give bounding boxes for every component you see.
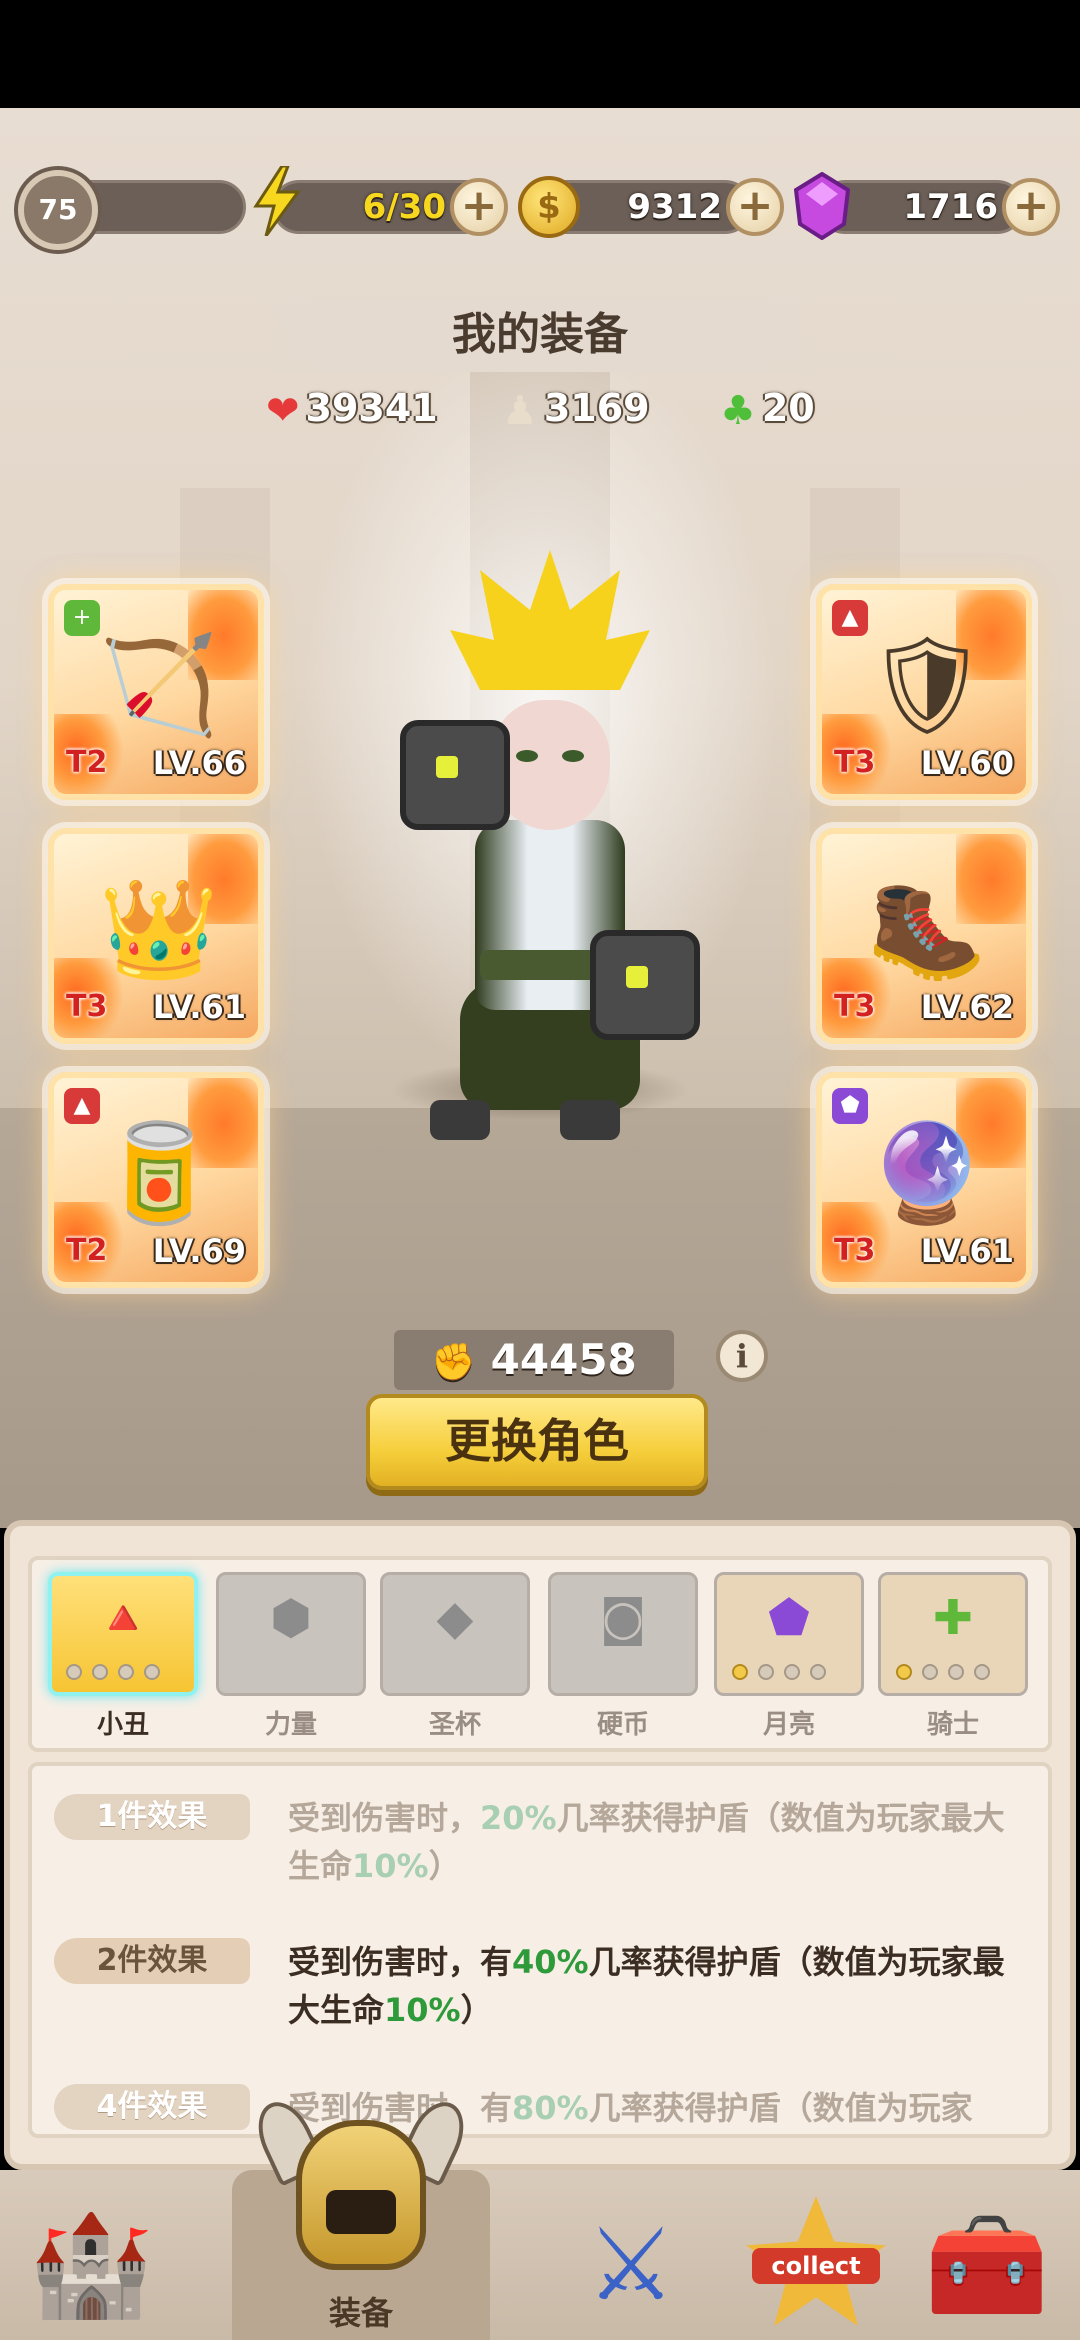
level-label: LV.61 <box>920 1232 1014 1270</box>
coins-value: 9312 <box>627 187 722 227</box>
combat-power: ✊ 44458 <box>394 1330 674 1390</box>
castle-icon: 🏰 <box>28 2206 154 2323</box>
hero-boot <box>560 1100 620 1140</box>
effect-text: 受到伤害时，20%几率获得护盾（数值为玩家最大生命10%） <box>288 1799 1005 1885</box>
set-tab-knight[interactable]: ✚ 骑士 <box>878 1572 1028 1750</box>
grail-emblem-icon: ◆ <box>436 1590 474 1646</box>
bracer-icon: 🥫 <box>99 1117 219 1229</box>
set-name: 力量 <box>264 1710 317 1740</box>
attack-value: 3169 <box>543 386 650 430</box>
set-tab-moon[interactable]: ⬟ 月亮 <box>714 1572 864 1750</box>
tier-label: T3 <box>834 745 876 780</box>
strength-emblem-icon: ⬢ <box>270 1590 312 1646</box>
hero-eye <box>516 750 538 762</box>
set-tab-strength[interactable]: ⬢ 力量 <box>216 1572 366 1750</box>
crown-icon: 👑 <box>99 873 219 985</box>
sword-shield-icon: ⚔ <box>586 2206 676 2323</box>
attack-icon: ♟ <box>502 387 538 434</box>
hero-character[interactable] <box>390 550 710 1190</box>
clover-icon: ♣ <box>720 387 756 434</box>
helmet-visor <box>326 2190 396 2234</box>
effect-tag: 2件效果 <box>54 1938 250 1984</box>
add-coins-button[interactable]: + <box>726 178 784 236</box>
moon-emblem-icon: ⬟ <box>768 1590 810 1646</box>
set-progress-dots <box>896 1664 1016 1684</box>
gauntlet-icon <box>400 720 510 830</box>
status-bar <box>0 0 1080 108</box>
equip-slot-weapon[interactable]: + 🏹 T2 LV.66 <box>48 584 264 800</box>
lightning-icon <box>252 164 302 237</box>
equip-slot-crown[interactable]: 👑 T3 LV.61 <box>48 828 264 1044</box>
equip-slot-bracer[interactable]: ▲ 🥫 T2 LV.69 <box>48 1072 264 1288</box>
gauntlet-icon <box>590 930 700 1040</box>
nav-battle[interactable]: ⚔ <box>556 2190 706 2340</box>
info-button[interactable]: i <box>716 1330 768 1382</box>
equip-slot-armor[interactable]: ▲ 🛡 T3 LV.60 <box>816 584 1032 800</box>
set-progress-dots <box>66 1664 186 1684</box>
set-name: 骑士 <box>926 1710 979 1740</box>
set-name: 硬币 <box>596 1710 649 1740</box>
set-name: 月亮 <box>762 1710 815 1740</box>
luck-value: 20 <box>761 386 815 430</box>
tier-label: T3 <box>834 989 876 1024</box>
set-progress-dots <box>732 1664 852 1684</box>
swap-character-button[interactable]: 更换角色 <box>366 1394 708 1490</box>
level-label: LV.69 <box>152 1232 246 1270</box>
effect-tag: 4件效果 <box>54 2084 250 2130</box>
coin-icon: $ <box>518 176 580 238</box>
page-title: 我的装备 <box>260 298 820 372</box>
set-tab-grail[interactable]: ◆ 圣杯 <box>380 1572 530 1750</box>
level-label: LV.60 <box>920 744 1014 782</box>
orb-icon: 🔮 <box>867 1117 987 1229</box>
nav-chest[interactable]: 🧰 <box>912 2190 1062 2340</box>
nav-collect[interactable]: collect <box>746 2196 886 2326</box>
heart-icon: ❤ <box>266 387 300 434</box>
add-gems-button[interactable]: + <box>1002 178 1060 236</box>
treasure-chest-icon: 🧰 <box>924 2206 1050 2323</box>
level-label: LV.66 <box>152 744 246 782</box>
fist-icon: ✊ <box>431 1342 477 1383</box>
tier-label: T2 <box>66 745 108 780</box>
nav-equipment-label: 装备 <box>328 2294 393 2332</box>
set-tab-coin[interactable]: ◙ 硬币 <box>548 1572 698 1750</box>
boots-icon: 🥾 <box>867 873 987 985</box>
tier-label: T2 <box>66 1233 108 1268</box>
tier-label: T3 <box>66 989 108 1024</box>
set-tab-clown[interactable]: 🔺 小丑 <box>48 1572 198 1750</box>
equip-slot-orb[interactable]: ⬟ 🔮 T3 LV.61 <box>816 1072 1032 1288</box>
add-energy-button[interactable]: + <box>450 178 508 236</box>
level-label: LV.62 <box>920 988 1014 1026</box>
knight-emblem-icon: ✚ <box>932 1590 974 1646</box>
set-effects-list[interactable]: 1件效果 受到伤害时，20%几率获得护盾（数值为玩家最大生命10%） 2件效果 … <box>28 1762 1052 2138</box>
nav-equipment[interactable] <box>247 2090 475 2290</box>
set-name: 圣杯 <box>428 1710 481 1740</box>
equip-slot-boots[interactable]: 🥾 T3 LV.62 <box>816 828 1032 1044</box>
hero-boot <box>430 1100 490 1140</box>
player-level-badge[interactable]: 75 <box>18 170 98 250</box>
bow-icon: 🏹 <box>99 629 219 741</box>
luck-stat: ♣ 20 <box>720 380 815 436</box>
hero-eye <box>562 750 584 762</box>
level-label: LV.61 <box>152 988 246 1026</box>
attack-stat: ♟ 3169 <box>502 380 650 436</box>
hp-stat: ❤ 39341 <box>266 380 438 436</box>
armor-icon: 🛡 <box>866 629 988 741</box>
gems-value: 1716 <box>903 187 998 227</box>
power-value: 44458 <box>490 1335 637 1384</box>
effect-text: 受到伤害时，有40%几率获得护盾（数值为玩家最大生命10%） <box>288 1943 1005 2029</box>
tier-label: T3 <box>834 1233 876 1268</box>
set-name: 小丑 <box>96 1710 149 1740</box>
hp-value: 39341 <box>305 386 438 430</box>
clown-emblem-icon: 🔺 <box>93 1590 153 1646</box>
energy-value: 6/30 <box>362 187 446 227</box>
collect-label: collect <box>752 2248 880 2284</box>
gem-icon <box>793 171 851 241</box>
effect-tag: 1件效果 <box>54 1794 250 1840</box>
nav-castle[interactable]: 🏰 <box>16 2190 166 2340</box>
coin-emblem-icon: ◙ <box>599 1590 647 1646</box>
